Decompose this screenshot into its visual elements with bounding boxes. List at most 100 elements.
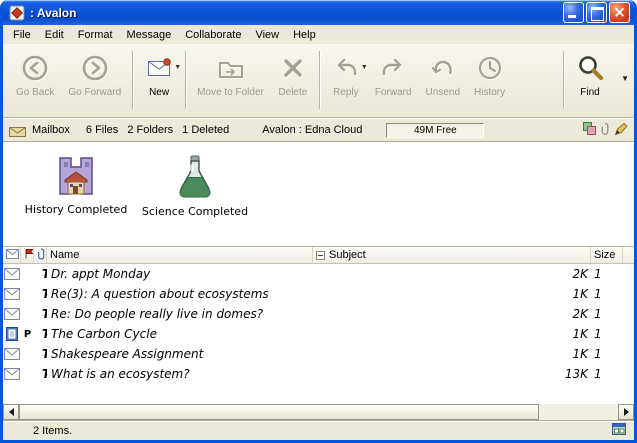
toolbar-delete-button[interactable]: Delete (271, 48, 315, 100)
column-header-size[interactable]: Size (591, 247, 623, 263)
message-row[interactable]: ToENG202Shakespeare Assignment1K1 (3, 344, 634, 364)
deleted-count: 1 Deleted (182, 124, 229, 136)
left-triangle-icon (9, 408, 14, 416)
menu-format[interactable]: Format (71, 27, 120, 43)
horizontal-scrollbar[interactable] (3, 404, 634, 420)
subject-cell: The Carbon Cycle (47, 327, 313, 341)
toolbar-button-label: Move to Folder (197, 87, 264, 98)
menu-collaborate[interactable]: Collaborate (178, 27, 248, 43)
scroll-left-arrow[interactable] (3, 404, 19, 420)
toolbar-overflow-chevron[interactable]: ▼ (621, 74, 629, 83)
toolbar-unsend-button[interactable]: Unsend (419, 48, 467, 100)
delete-icon (278, 51, 308, 85)
mail-icon (3, 268, 21, 280)
recipient-cell: ToENG202 (34, 347, 47, 361)
toolbar-find-button[interactable]: Find (568, 48, 612, 100)
menu-message[interactable]: Message (120, 27, 179, 43)
subject-cell: Re: Do people really live in domes? (47, 307, 313, 321)
toolbar-button-label: Unsend (426, 87, 460, 98)
unsend-icon (428, 51, 458, 85)
paperclip-icon[interactable] (601, 122, 609, 138)
flag-icon (24, 248, 34, 262)
window-title: : Avalon (30, 6, 563, 20)
recipient-cell: ToEcosystems (34, 307, 47, 321)
paperclip-icon (37, 248, 45, 263)
column-label: Size (594, 249, 615, 261)
toolbar-history-button[interactable]: History (467, 48, 512, 100)
mail-icon (3, 288, 21, 300)
minimize-button[interactable] (563, 2, 584, 23)
files-count: 6 Files (86, 124, 118, 136)
toolbar-separator (563, 51, 564, 109)
folders-count: 2 Folders (127, 124, 173, 136)
column-header-mail[interactable] (3, 247, 21, 263)
toolbar-separator (185, 51, 186, 109)
message-row[interactable]: ToSCI102 - Period 2Dr. appt Monday2K1 (3, 264, 634, 284)
forward-message-icon (378, 51, 408, 85)
toolbar-button-label: Delete (278, 87, 307, 98)
toolbar-button-label: History (474, 87, 505, 98)
item-count: 2 Items. (33, 425, 72, 437)
message-row[interactable]: ToEcosystemsRe(3): A question about ecos… (3, 284, 634, 304)
desktop-icon-science-completed[interactable]: Science Completed (139, 154, 251, 218)
column-header-truncated[interactable] (623, 247, 634, 263)
scroll-thumb[interactable] (19, 404, 539, 420)
subject-cell: What is an ecosystem? (47, 367, 313, 381)
toolbar-forward-button[interactable]: Forward (368, 48, 419, 100)
toolbar-reply-button[interactable]: ▼Reply (324, 48, 368, 100)
history-icon (475, 51, 505, 85)
recipient-cell: ToEcosystems (34, 287, 47, 301)
science-flask-icon (139, 154, 251, 202)
toolbar-move-to-folder-button[interactable]: Move to Folder (190, 48, 271, 100)
message-row[interactable]: ToEcosystemsRe: Do people really live in… (3, 304, 634, 324)
mail-icon (3, 368, 21, 380)
toolbar-go-back-button[interactable]: Go Back (9, 48, 61, 100)
desktop-icon-history-completed[interactable]: History Completed (21, 154, 131, 216)
menu-edit[interactable]: Edit (38, 27, 71, 43)
size-cell: 1K (313, 327, 591, 341)
app-icon (9, 5, 25, 21)
free-space-meter: 49M Free (386, 123, 484, 138)
close-button[interactable] (609, 2, 630, 23)
message-row[interactable]: ToSCI102 - Period 2What is an ecosystem?… (3, 364, 634, 384)
collapse-icon[interactable] (316, 251, 325, 260)
maximize-button[interactable] (586, 2, 607, 23)
mail-icon (3, 348, 21, 360)
color-tags-icon[interactable] (583, 122, 596, 138)
subject-cell: Dr. appt Monday (47, 267, 313, 281)
toolbar-button-label: New (149, 87, 169, 98)
size-cell: 2K (313, 267, 591, 281)
scroll-right-arrow[interactable] (618, 404, 634, 420)
menu-bar: FileEditFormatMessageCollaborateViewHelp (3, 25, 634, 44)
date-cell-truncated: 1 (591, 327, 623, 341)
go-back-icon (20, 51, 50, 85)
date-cell-truncated: 1 (591, 347, 623, 361)
dropdown-arrow-icon[interactable]: ▼ (361, 64, 368, 71)
list-header: Name Subject Size (3, 246, 634, 264)
column-label: Subject (329, 249, 366, 261)
history-building-icon (21, 154, 131, 200)
go-forward-icon (80, 51, 110, 85)
titlebar[interactable]: : Avalon (3, 0, 634, 25)
desktop-icon-label: Science Completed (139, 205, 251, 218)
menu-help[interactable]: Help (286, 27, 323, 43)
column-header-name[interactable]: Name (47, 247, 313, 263)
column-header-attachment[interactable] (34, 247, 47, 263)
recipient-cell: ToSCI102 - Period 2 (34, 267, 47, 281)
subject-cell: Shakespeare Assignment (47, 347, 313, 361)
flag-cell: P (21, 329, 34, 340)
toolbar: ▼ Go BackGo Forward ▼ New Move to Folder Del… (3, 44, 634, 118)
column-header-flag[interactable] (21, 247, 34, 263)
size-cell: 2K (313, 307, 591, 321)
view-window-icon[interactable] (612, 423, 626, 438)
move-to-folder-icon (216, 51, 246, 85)
menu-file[interactable]: File (6, 27, 38, 43)
menu-view[interactable]: View (248, 27, 286, 43)
message-row[interactable]: PToSCI102 - Period 2The Carbon Cycle1K1 (3, 324, 634, 344)
toolbar-go-forward-button[interactable]: Go Forward (61, 48, 128, 100)
toolbar-new-button[interactable]: ▼ New (137, 48, 181, 100)
column-header-subject[interactable]: Subject (313, 247, 591, 263)
dropdown-arrow-icon[interactable]: ▼ (174, 64, 181, 71)
pencil-icon[interactable] (614, 122, 628, 139)
date-cell-truncated: 1 (591, 367, 623, 381)
